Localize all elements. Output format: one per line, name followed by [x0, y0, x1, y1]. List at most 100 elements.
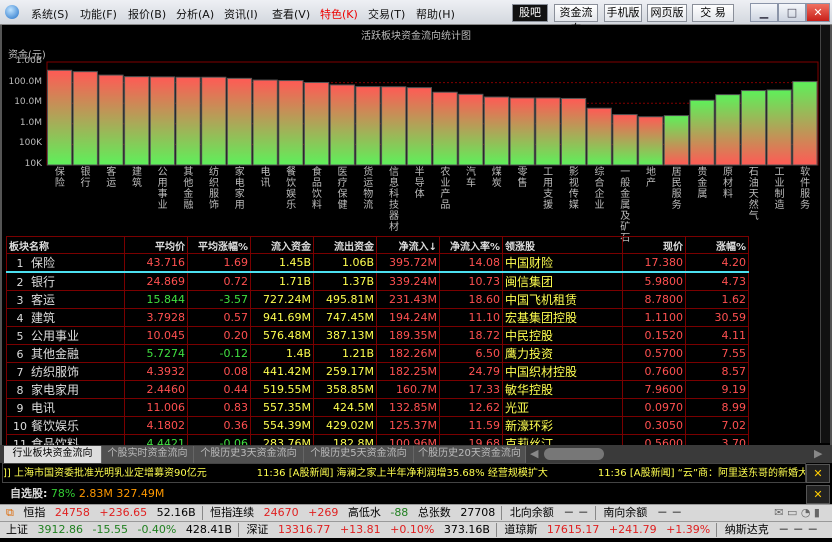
scroll-right-icon[interactable]: ▶ — [814, 447, 822, 460]
cell-8: 7.9600 — [622, 380, 686, 399]
column-header[interactable]: 现价 — [622, 236, 686, 254]
bar-家电家用 — [226, 77, 253, 166]
table-row[interactable]: 6 其他金融 5.7274 -0.12 1.4B 1.21B 182.26M 6.50 鹰力投资… — [6, 344, 749, 363]
close-news-icon[interactable]: ✕ — [806, 464, 830, 483]
cell-9: 7.55 — [685, 344, 749, 363]
watchlist-label: 自选股: — [10, 487, 48, 500]
tab-stock-20day[interactable]: 个股历史20天资金流向 — [414, 446, 526, 463]
x-tick-label: 餐饮娱乐 — [286, 167, 297, 211]
sz-label[interactable]: 深证 — [246, 523, 268, 536]
hsi-futures-change: +269 — [308, 506, 339, 519]
column-header[interactable]: 领涨股 — [502, 236, 623, 254]
x-tick-label: 电讯 — [260, 167, 271, 189]
cell-3: 554.39M — [250, 416, 314, 435]
cell-7: 宏基集团控股 — [502, 308, 623, 327]
cell-9: 8.57 — [685, 362, 749, 381]
sector-label: 家电家用 — [31, 383, 80, 397]
scroll-left-icon[interactable]: ◀ — [530, 447, 538, 460]
hsi-futures-label[interactable]: 恒指连续 — [210, 506, 254, 519]
cell-4: 1.21B — [313, 344, 377, 363]
column-header[interactable]: 涨幅% — [685, 236, 749, 254]
dow-label[interactable]: 道琼斯 — [504, 523, 537, 536]
cell-3: 941.69M — [250, 308, 314, 327]
cell-1: 3.7928 — [124, 308, 188, 327]
open-interest-value: 27708 — [460, 506, 496, 519]
nasdaq-value: － － － — [778, 523, 819, 536]
table-row[interactable]: 1 保险 43.716 1.69 1.45B 1.06B 395.72M 14.08 中国财险 1… — [6, 253, 749, 273]
hsi-change: +236.65 — [99, 506, 148, 519]
window-icon[interactable]: ⧉ — [6, 506, 14, 519]
cell-5: 160.7M — [376, 380, 440, 399]
cell-4: 1.06B — [313, 253, 377, 273]
cell-4: 495.81M — [313, 290, 377, 309]
cell-9: 4.11 — [685, 326, 749, 345]
hsi-label[interactable]: 恒指 — [23, 506, 45, 519]
watchlist-vol: 2.83M — [78, 487, 113, 500]
cell-1: 15.844 — [124, 290, 188, 309]
close-watchlist-icon[interactable]: ✕ — [806, 485, 830, 504]
sh-value: 3912.86 — [37, 523, 84, 536]
cell-1: 2.4460 — [124, 380, 188, 399]
news-ticker[interactable]: ]] 上海市国资委批准光明乳业定增募资90亿元 11:36 [A股新闻] 海澜之… — [2, 463, 806, 483]
cell-6: 14.08 — [439, 253, 503, 273]
southbound-label: 南向余额 — [603, 506, 648, 519]
row-index: 4 — [16, 312, 24, 325]
sector-name: 7 纺织服饰 — [6, 362, 125, 381]
column-header[interactable]: 净流入↓ — [376, 236, 440, 254]
x-tick-label: 家电家用 — [234, 167, 245, 211]
cell-9: 30.59 — [685, 308, 749, 327]
tab-stock-3day[interactable]: 个股历史3天资金流向 — [194, 446, 304, 463]
x-tick-label: 汽车 — [466, 167, 477, 189]
table-row[interactable]: 4 建筑 3.7928 0.57 941.69M 747.45M 194.24M 11.10 宏… — [6, 308, 749, 327]
sector-name: 4 建筑 — [6, 308, 125, 327]
cell-6: 11.10 — [439, 308, 503, 327]
column-header[interactable]: 流入资金 — [250, 236, 314, 254]
column-header[interactable]: 流出资金 — [313, 236, 377, 254]
cell-5: 231.43M — [376, 290, 440, 309]
bar-chart — [46, 61, 819, 166]
table-row[interactable]: 3 客运 15.844 -3.57 727.24M 495.81M 231.43M 18.60… — [6, 290, 749, 309]
column-header[interactable]: 净流入率% — [439, 236, 503, 254]
bar-医疗保健 — [329, 84, 355, 166]
bar-农业产品 — [432, 91, 458, 166]
tab-stock-5day[interactable]: 个股历史5天资金流向 — [304, 446, 414, 463]
row-index: 6 — [16, 348, 24, 361]
cell-8: 0.7600 — [622, 362, 686, 381]
x-tick-label: 农业产品 — [440, 167, 451, 211]
x-tick-label: 建筑 — [131, 167, 142, 189]
bar-保险 — [47, 69, 73, 166]
cell-3: 1.71B — [250, 271, 314, 291]
table-row[interactable]: 10 餐饮娱乐 4.1802 0.36 554.39M 429.02M 125.37M 11.… — [6, 416, 749, 435]
vertical-scrollbar[interactable] — [820, 25, 830, 443]
x-tick-label: 纺织服饰 — [209, 167, 220, 211]
cell-7: 中国织材控股 — [502, 362, 623, 381]
cell-4: 747.45M — [313, 308, 377, 327]
cell-9: 9.19 — [685, 380, 749, 399]
watchlist-bar: 自选股: 78% 2.83M 327.49M — [2, 484, 806, 504]
x-tick-label: 工用支援 — [543, 167, 554, 211]
column-header[interactable]: 平均涨幅% — [187, 236, 251, 254]
nasdaq-label[interactable]: 纳斯达克 — [725, 523, 769, 536]
tab-sector-flow[interactable]: 行业板块资金流向 — [4, 446, 102, 463]
row-index: 1 — [16, 257, 24, 270]
x-tick-label: 半导体 — [414, 167, 425, 200]
sh-label[interactable]: 上证 — [6, 523, 28, 536]
bar-汽车 — [458, 93, 484, 166]
column-header[interactable]: 板块名称 — [6, 236, 125, 254]
status-icons[interactable]: ✉ ▭ ◔ ▮ — [774, 505, 820, 521]
table-row[interactable]: 8 家电家用 2.4460 0.44 519.55M 358.85M 160.7M 17.33… — [6, 380, 749, 399]
table-row[interactable]: 9 电讯 11.006 0.83 557.35M 424.5M 132.85M 12.62 光亚… — [6, 398, 749, 417]
horizontal-scrollbar-thumb[interactable] — [544, 448, 604, 460]
row-index: 7 — [16, 366, 24, 379]
cell-3: 519.55M — [250, 380, 314, 399]
tab-stock-realtime[interactable]: 个股实时资金流向 — [102, 446, 194, 463]
table-row[interactable]: 7 纺织服饰 4.3932 0.08 441.42M 259.17M 182.25M 24.7… — [6, 362, 749, 381]
bar-信息科技器材 — [381, 86, 407, 166]
table-row[interactable]: 2 银行 24.869 0.72 1.71B 1.37B 339.24M 10.73 闽信集团 5… — [6, 271, 749, 291]
bar-地产 — [638, 116, 664, 166]
cell-9: 7.02 — [685, 416, 749, 435]
table-row[interactable]: 5 公用事业 10.045 0.20 576.48M 387.13M 189.35M 18.7… — [6, 326, 749, 345]
bar-贵金属 — [689, 99, 715, 166]
cell-3: 441.42M — [250, 362, 314, 381]
column-header[interactable]: 平均价 — [124, 236, 188, 254]
